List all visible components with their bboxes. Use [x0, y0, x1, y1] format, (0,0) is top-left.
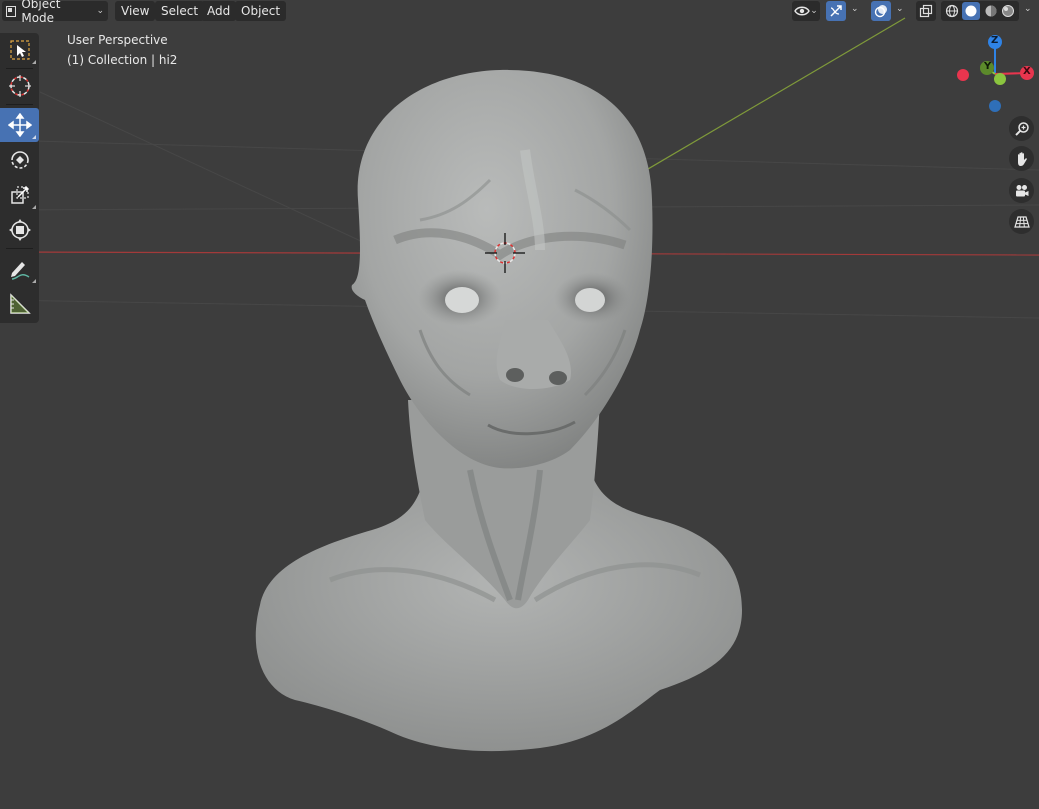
gizmo-x-label: X [1023, 66, 1031, 77]
viewport-header: Object Mode ⌄ View Select Add Object ⌄ ⌄ [0, 0, 1039, 25]
pan-button[interactable] [1009, 146, 1034, 171]
tool-cursor[interactable] [0, 69, 39, 103]
eye-icon [794, 6, 811, 16]
chevron-down-icon: ⌄ [96, 6, 104, 16]
chevron-down-icon[interactable]: ⌄ [896, 4, 904, 14]
tool-shelf [0, 33, 39, 323]
wireframe-shading-icon[interactable] [945, 4, 959, 18]
chevron-down-icon[interactable]: ⌄ [1024, 4, 1032, 14]
menu-object[interactable]: Object [235, 1, 287, 21]
overlays-icon [874, 5, 887, 18]
camera-icon [1015, 184, 1028, 196]
solid-shading-button[interactable] [962, 2, 981, 20]
gizmo-y-label: Y [984, 61, 992, 72]
cursor-icon [8, 75, 31, 97]
measure-ruler-icon [9, 293, 31, 314]
camera-view-button[interactable] [1009, 178, 1034, 203]
tool-transform[interactable] [0, 213, 39, 247]
gizmo-neg-y [994, 73, 1006, 85]
tool-measure[interactable] [0, 287, 39, 321]
solid-shading-icon [965, 5, 977, 17]
tool-scale[interactable] [0, 178, 39, 212]
xray-toggle-button[interactable] [916, 1, 936, 21]
annotate-pencil-icon [10, 262, 29, 280]
menu-select[interactable]: Select [155, 1, 205, 21]
rendered-shading-icon[interactable] [1001, 4, 1015, 18]
object-mode-icon [6, 5, 17, 17]
gizmo-icon [830, 5, 842, 17]
view-perspective-label: User Perspective [67, 33, 168, 47]
select-box-icon [9, 40, 30, 60]
viewport-grid-and-model [0, 17, 1039, 752]
chevron-down-icon[interactable]: ⌄ [851, 4, 859, 14]
gizmo-toggle-button[interactable] [826, 1, 846, 21]
perspective-toggle-button[interactable] [1009, 209, 1034, 234]
tool-annotate[interactable] [0, 252, 39, 286]
chevron-down-icon: ⌄ [810, 6, 818, 16]
shading-mode-group [941, 1, 1019, 21]
tool-move[interactable] [0, 108, 39, 142]
gizmo-neg-z [989, 100, 1001, 112]
zoom-button[interactable] [1009, 116, 1034, 141]
model-left-eye [445, 287, 479, 313]
material-shading-icon[interactable] [984, 4, 998, 18]
collection-label: (1) Collection | hi2 [67, 53, 178, 67]
3d-viewport[interactable]: Z Y X Object Mode ⌄ View Select Add Obje… [0, 0, 1039, 809]
rotate-icon [10, 151, 29, 169]
move-icon [7, 113, 32, 137]
model-right-eye [575, 288, 605, 312]
object-mode-dropdown[interactable]: Object Mode ⌄ [2, 0, 108, 25]
zoom-magnifier-icon [1014, 121, 1029, 136]
gizmo-z-label: Z [991, 35, 999, 46]
transform-icon [8, 219, 31, 241]
xray-icon [919, 4, 933, 18]
menu-add[interactable]: Add [201, 1, 237, 21]
model-head [351, 69, 653, 469]
overlays-toggle-button[interactable] [871, 1, 891, 21]
tool-rotate[interactable] [0, 143, 39, 177]
gizmo-neg-x [957, 69, 969, 81]
grid-perspective-icon [1013, 215, 1030, 228]
sculpt-model[interactable] [255, 69, 742, 752]
tool-select-box[interactable] [0, 33, 39, 67]
scale-icon [10, 186, 29, 204]
hand-pan-icon [1017, 151, 1027, 166]
menu-view[interactable]: View [115, 1, 156, 21]
visibility-dropdown[interactable]: ⌄ [792, 1, 820, 21]
object-mode-label: Object Mode [21, 0, 61, 25]
